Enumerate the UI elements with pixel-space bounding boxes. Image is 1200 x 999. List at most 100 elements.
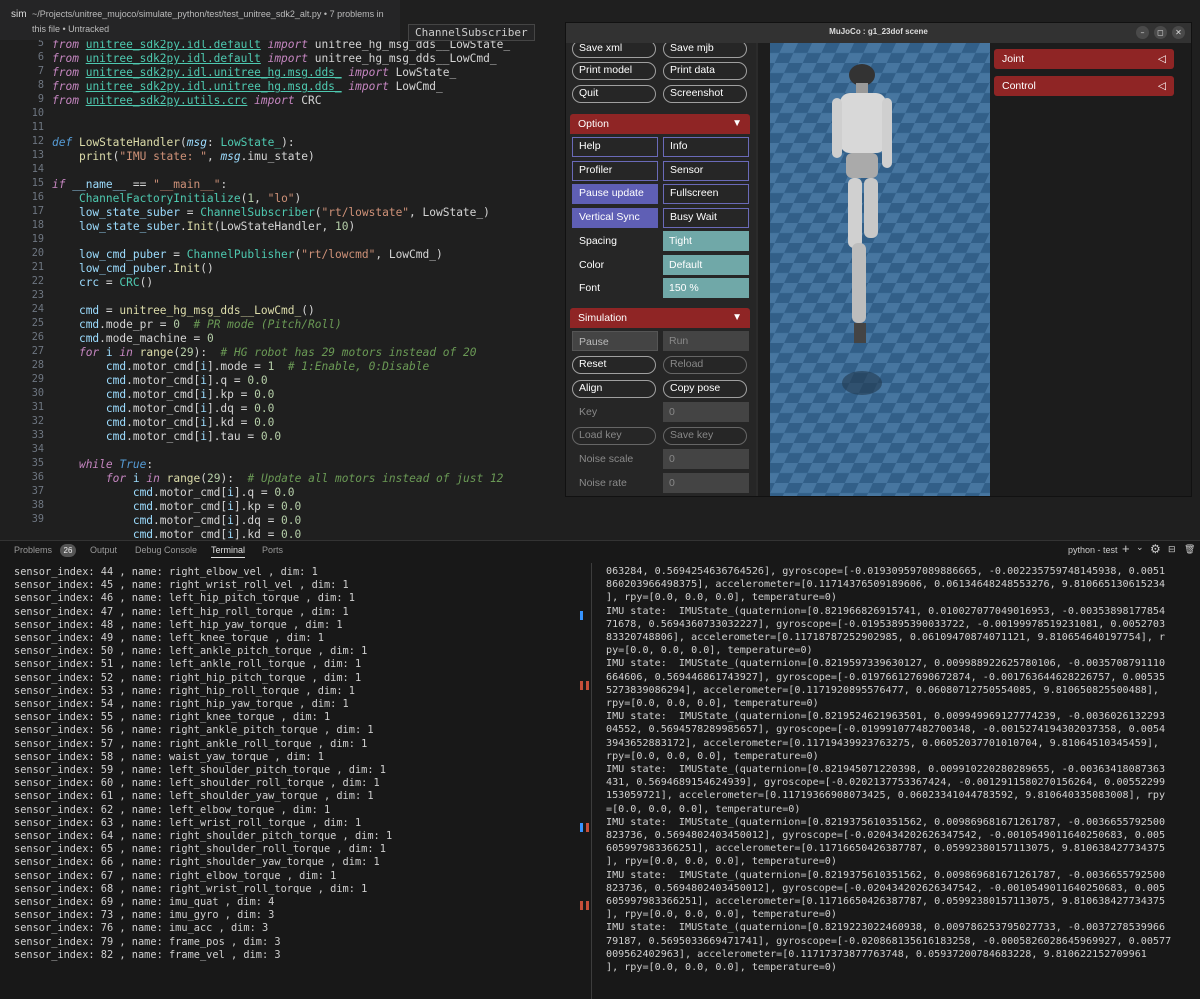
save-xml-button[interactable]: Save xml <box>572 43 656 58</box>
control-section-header[interactable]: Control ◁ <box>994 76 1174 96</box>
terminal-line: sensor_index: 64 , name: right_shoulder_… <box>14 830 393 842</box>
noise-scale-input[interactable]: 0 <box>663 449 749 469</box>
code-line[interactable]: for i in range(29): # Update all motors … <box>52 472 504 485</box>
terminal-line: sensor_index: 49 , name: left_knee_torqu… <box>14 632 324 644</box>
noise-rate-input[interactable]: 0 <box>663 473 749 493</box>
terminal-divider[interactable] <box>591 563 592 999</box>
line-number: 33 <box>31 430 44 441</box>
split-terminal-icon[interactable]: ⊟ <box>1168 544 1176 555</box>
line-number: 7 <box>37 66 44 77</box>
terminal-shell-label[interactable]: python - test <box>1068 545 1118 555</box>
terminal-line: sensor_index: 82 , name: frame_vel , dim… <box>14 948 281 961</box>
trash-icon[interactable]: 🗑 <box>1184 544 1195 555</box>
code-line[interactable]: cmd.motor_cmd[i].kd = 0.0 <box>52 416 274 429</box>
simulation-viewport[interactable] <box>770 43 990 496</box>
scroll-marker <box>580 611 583 620</box>
code-line[interactable]: cmd.mode_pr = 0 # PR mode (Pitch/Roll) <box>52 318 342 331</box>
option-section-header[interactable]: Option ▼ <box>570 114 750 134</box>
chevron-down-icon: ▼ <box>732 312 742 323</box>
vertical-sync-toggle[interactable]: Vertical Sync <box>572 208 658 228</box>
key-input[interactable]: 0 <box>663 402 749 422</box>
code-line[interactable]: while True: <box>52 458 153 471</box>
terminal-line: IMU state: IMUState_(quaternion=[0.82193… <box>606 816 1166 828</box>
code-line[interactable]: print("IMU state: ", msg.imu_state) <box>52 150 315 163</box>
close-icon[interactable]: ✕ <box>1172 26 1185 39</box>
code-line[interactable]: cmd.motor_cmd[i].dq = 0.0 <box>52 402 274 415</box>
run-button[interactable]: Run <box>663 331 749 351</box>
code-line[interactable]: cmd.motor_cmd[i].kd = 0.0 <box>52 528 301 540</box>
code-line[interactable]: cmd.motor_cmd[i].kp = 0.0 <box>52 500 301 513</box>
code-line[interactable]: low_cmd_puber = ChannelPublisher("rt/low… <box>52 248 443 261</box>
load-key-button[interactable]: Load key <box>572 427 656 445</box>
mujoco-left-scrollbar[interactable] <box>758 43 770 496</box>
code-line[interactable]: low_cmd_puber.Init() <box>52 262 214 275</box>
simulation-section-header[interactable]: Simulation ▼ <box>570 308 750 328</box>
code-line[interactable]: if __name__ == "__main__": <box>52 178 227 191</box>
code-line[interactable]: cmd.motor_cmd[i].q = 0.0 <box>52 486 295 499</box>
help-toggle[interactable]: Help <box>572 137 658 157</box>
mujoco-window[interactable]: MuJoCo : g1_23dof scene – ◻ ✕ Save xml S… <box>565 22 1192 497</box>
profiler-toggle[interactable]: Profiler <box>572 161 658 181</box>
tab-terminal[interactable]: Terminal <box>211 545 246 558</box>
spacing-select[interactable]: Tight <box>663 231 749 251</box>
add-terminal-icon[interactable]: + <box>1122 541 1130 556</box>
maximize-icon[interactable]: ◻ <box>1154 26 1167 39</box>
save-key-button[interactable]: Save key <box>663 427 747 445</box>
code-line[interactable]: low_state_suber = ChannelSubscriber("rt/… <box>52 206 490 219</box>
code-line[interactable]: cmd.mode_machine = 0 <box>52 332 214 345</box>
line-number: 21 <box>31 262 44 273</box>
fullscreen-toggle[interactable]: Fullscreen <box>663 184 749 204</box>
font-select[interactable]: 150 % <box>663 278 749 298</box>
chevron-down-icon[interactable]: ⌄ <box>1136 542 1144 553</box>
minimize-icon[interactable]: – <box>1136 26 1149 39</box>
screenshot-button[interactable]: Screenshot <box>663 85 747 103</box>
code-line[interactable]: ChannelFactoryInitialize(1, "lo") <box>52 192 301 205</box>
tab-output[interactable]: Output <box>90 545 117 555</box>
code-line[interactable]: from unitree_sdk2py.utils.crc import CRC <box>52 94 321 107</box>
terminal-line: sensor_index: 52 , name: right_hip_pitch… <box>14 671 362 684</box>
print-data-button[interactable]: Print data <box>663 62 747 80</box>
code-line[interactable]: cmd = unitree_hg_msg_dds__LowCmd_() <box>52 304 315 317</box>
joint-section-header[interactable]: Joint ◁ <box>994 49 1174 69</box>
pause-update-toggle[interactable]: Pause update <box>572 184 658 204</box>
code-line[interactable]: from unitree_sdk2py.idl.unitree_hg.msg.d… <box>52 80 443 93</box>
terminal-line: sensor_index: 55 , name: right_knee_torq… <box>14 711 331 724</box>
code-line[interactable]: low_state_suber.Init(LowStateHandler, 10… <box>52 220 355 233</box>
panel-tabbar: Problems 26 Output Debug Console Termina… <box>0 541 1200 561</box>
busy-wait-toggle[interactable]: Busy Wait <box>663 208 749 228</box>
code-line[interactable]: cmd.motor_cmd[i].kp = 0.0 <box>52 388 274 401</box>
terminal-line: 431, 0.5694689154624939], gyroscope=[-0.… <box>606 777 1166 789</box>
code-line[interactable]: from unitree_sdk2py.idl.default import u… <box>52 52 497 65</box>
line-number: 32 <box>31 416 44 427</box>
code-line[interactable]: from unitree_sdk2py.idl.unitree_hg.msg.d… <box>52 66 456 79</box>
editor-tab[interactable]: sim <box>11 9 27 20</box>
code-line[interactable]: cmd.motor_cmd[i].dq = 0.0 <box>52 514 301 527</box>
mujoco-titlebar[interactable]: MuJoCo : g1_23dof scene – ◻ ✕ <box>566 23 1191 43</box>
tab-problems[interactable]: Problems <box>14 545 52 555</box>
reload-button[interactable]: Reload <box>663 356 747 374</box>
reset-button[interactable]: Reset <box>572 356 656 374</box>
code-line[interactable]: for i in range(29): # HG robot has 29 mo… <box>52 346 477 359</box>
terminal-line: ], rpy=[0.0, 0.0, 0.0], temperature=0) <box>606 856 837 868</box>
terminal-line: sensor_index: 57 , name: right_ankle_rol… <box>14 737 368 750</box>
sensor-toggle[interactable]: Sensor <box>663 161 749 181</box>
print-model-button[interactable]: Print model <box>572 62 656 80</box>
terminal-line: sensor_index: 53 , name: right_hip_roll_… <box>14 684 355 697</box>
terminal-line: rpy=[0.0, 0.0, 0.0], temperature=0) <box>606 698 819 709</box>
code-line[interactable]: cmd.motor_cmd[i].mode = 1 # 1:Enable, 0:… <box>52 360 429 373</box>
save-mjb-button[interactable]: Save mjb <box>663 43 747 58</box>
gear-icon[interactable]: ⚙ <box>1150 542 1161 556</box>
code-line[interactable]: cmd.motor_cmd[i].q = 0.0 <box>52 374 268 387</box>
tab-ports[interactable]: Ports <box>262 545 283 555</box>
pause-button[interactable]: Pause <box>572 331 658 351</box>
info-toggle[interactable]: Info <box>663 137 749 157</box>
align-button[interactable]: Align <box>572 380 656 398</box>
terminal-line: py=[0.0, 0.0, 0.0], temperature=0) <box>606 645 813 657</box>
color-select[interactable]: Default <box>663 255 749 275</box>
tab-debug-console[interactable]: Debug Console <box>135 545 197 555</box>
quit-button[interactable]: Quit <box>572 85 656 103</box>
code-line[interactable]: def LowStateHandler(msg: LowState_): <box>52 136 295 149</box>
code-line[interactable]: crc = CRC() <box>52 276 153 289</box>
code-line[interactable]: cmd.motor_cmd[i].tau = 0.0 <box>52 430 281 443</box>
copy-pose-button[interactable]: Copy pose <box>663 380 747 398</box>
